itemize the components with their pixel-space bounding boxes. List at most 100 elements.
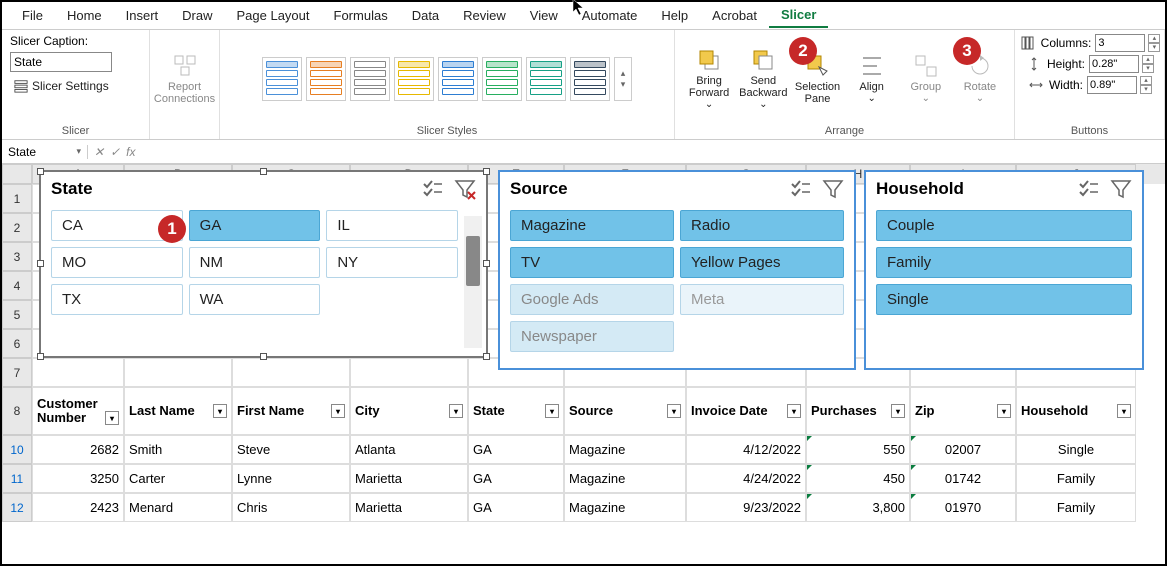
cell[interactable]: Family [1016, 493, 1136, 522]
cell[interactable]: 450 [806, 464, 910, 493]
row-header[interactable]: 4 [2, 271, 32, 300]
slicer-style-thumb[interactable] [394, 57, 434, 101]
tab-review[interactable]: Review [451, 4, 518, 27]
table-header[interactable]: First Name▾ [232, 387, 350, 435]
slicer-style-thumb[interactable] [482, 57, 522, 101]
clear-filter-icon[interactable] [454, 178, 476, 200]
name-box[interactable]: State ▾ [2, 145, 88, 159]
cell[interactable]: Magazine [564, 493, 686, 522]
filter-dropdown-icon[interactable]: ▾ [213, 404, 227, 418]
width-input[interactable] [1087, 76, 1137, 94]
tab-view[interactable]: View [518, 4, 570, 27]
slicer-style-thumb[interactable] [438, 57, 478, 101]
row-header[interactable]: 12 [2, 493, 32, 522]
cell[interactable] [124, 358, 232, 387]
cell[interactable]: GA [468, 435, 564, 464]
filter-dropdown-icon[interactable]: ▾ [667, 404, 681, 418]
height-input[interactable] [1089, 55, 1139, 73]
slicer-style-thumb[interactable] [350, 57, 390, 101]
table-header[interactable]: Source▾ [564, 387, 686, 435]
slicer-item[interactable]: TX [51, 284, 183, 315]
slicer-style-thumb[interactable] [262, 57, 302, 101]
row-header[interactable]: 3 [2, 242, 32, 271]
columns-spinner[interactable]: ▴▾ [1148, 34, 1160, 52]
table-header[interactable]: Last Name▾ [124, 387, 232, 435]
row-header[interactable]: 11 [2, 464, 32, 493]
slicer-item[interactable]: IL [326, 210, 458, 241]
table-header[interactable]: Customer Number▾ [32, 387, 124, 435]
select-all-corner[interactable] [2, 164, 32, 184]
cell[interactable]: Marietta [350, 464, 468, 493]
slicer-settings-button[interactable]: Slicer Settings [10, 77, 113, 95]
slicer-household[interactable]: Household CoupleFamilySingle [864, 170, 1144, 370]
filter-dropdown-icon[interactable]: ▾ [1117, 404, 1131, 418]
slicer-item[interactable]: Newspaper [510, 321, 674, 352]
multi-select-icon[interactable] [422, 178, 444, 200]
slicer-source[interactable]: Source MagazineRadioTVYellow PagesGoogle… [498, 170, 856, 370]
filter-dropdown-icon[interactable]: ▾ [105, 411, 119, 425]
cell[interactable]: 4/12/2022 [686, 435, 806, 464]
cell[interactable]: Steve [232, 435, 350, 464]
cell[interactable]: 9/23/2022 [686, 493, 806, 522]
cell[interactable]: Marietta [350, 493, 468, 522]
cell[interactable] [32, 358, 124, 387]
height-spinner[interactable]: ▴▾ [1142, 55, 1154, 73]
name-box-dropdown-icon[interactable]: ▾ [76, 146, 81, 157]
table-header[interactable]: Invoice Date▾ [686, 387, 806, 435]
tab-insert[interactable]: Insert [114, 4, 171, 27]
bring-forward-button[interactable]: Bring Forward ⌄ [683, 45, 735, 112]
styles-more-button[interactable]: ▴▾ [614, 57, 632, 101]
slicer-item[interactable]: Couple [876, 210, 1132, 241]
slicer-styles-gallery[interactable]: ▴▾ [228, 34, 666, 123]
slicer-item[interactable]: Single [876, 284, 1132, 315]
table-header[interactable]: State▾ [468, 387, 564, 435]
row-header[interactable]: 2 [2, 213, 32, 242]
filter-dropdown-icon[interactable]: ▾ [545, 404, 559, 418]
cell[interactable]: 01970 [910, 493, 1016, 522]
slicer-item[interactable]: Magazine [510, 210, 674, 241]
cell[interactable]: Family [1016, 464, 1136, 493]
filter-dropdown-icon[interactable]: ▾ [331, 404, 345, 418]
cell[interactable]: GA [468, 464, 564, 493]
slicer-item[interactable]: NM [189, 247, 321, 278]
row-header[interactable]: 7 [2, 358, 32, 387]
row-header[interactable]: 8 [2, 387, 32, 435]
tab-data[interactable]: Data [400, 4, 451, 27]
cell[interactable]: 2682 [32, 435, 124, 464]
send-backward-button[interactable]: Send Backward ⌄ [737, 45, 789, 112]
slicer-style-thumb[interactable] [526, 57, 566, 101]
tab-file[interactable]: File [10, 4, 55, 27]
slicer-state[interactable]: State CAGAILMONMNYTXWA [39, 170, 488, 358]
cell[interactable]: Magazine [564, 435, 686, 464]
multi-select-icon[interactable] [790, 178, 812, 200]
cell[interactable]: Atlanta [350, 435, 468, 464]
slicer-item[interactable]: Radio [680, 210, 844, 241]
cell[interactable]: Smith [124, 435, 232, 464]
slicer-caption-input[interactable] [10, 52, 112, 72]
tab-home[interactable]: Home [55, 4, 114, 27]
cell[interactable]: Chris [232, 493, 350, 522]
slicer-item[interactable]: Family [876, 247, 1132, 278]
filter-dropdown-icon[interactable]: ▾ [891, 404, 905, 418]
cell[interactable]: Magazine [564, 464, 686, 493]
multi-select-icon[interactable] [1078, 178, 1100, 200]
tab-draw[interactable]: Draw [170, 4, 224, 27]
cell[interactable]: 2423 [32, 493, 124, 522]
tab-formulas[interactable]: Formulas [322, 4, 400, 27]
table-header[interactable]: Zip▾ [910, 387, 1016, 435]
cell[interactable]: Lynne [232, 464, 350, 493]
cell[interactable]: GA [468, 493, 564, 522]
slicer-item[interactable]: Yellow Pages [680, 247, 844, 278]
slicer-item[interactable]: GA [189, 210, 321, 241]
slicer-item[interactable]: MO [51, 247, 183, 278]
row-header[interactable]: 5 [2, 300, 32, 329]
cell[interactable]: 3,800 [806, 493, 910, 522]
cell[interactable]: Carter [124, 464, 232, 493]
slicer-style-thumb[interactable] [306, 57, 346, 101]
row-header[interactable]: 1 [2, 184, 32, 213]
slicer-item[interactable]: Google Ads [510, 284, 674, 315]
row-header[interactable]: 6 [2, 329, 32, 358]
table-header[interactable]: Purchases▾ [806, 387, 910, 435]
tab-acrobat[interactable]: Acrobat [700, 4, 769, 27]
cell[interactable]: Single [1016, 435, 1136, 464]
